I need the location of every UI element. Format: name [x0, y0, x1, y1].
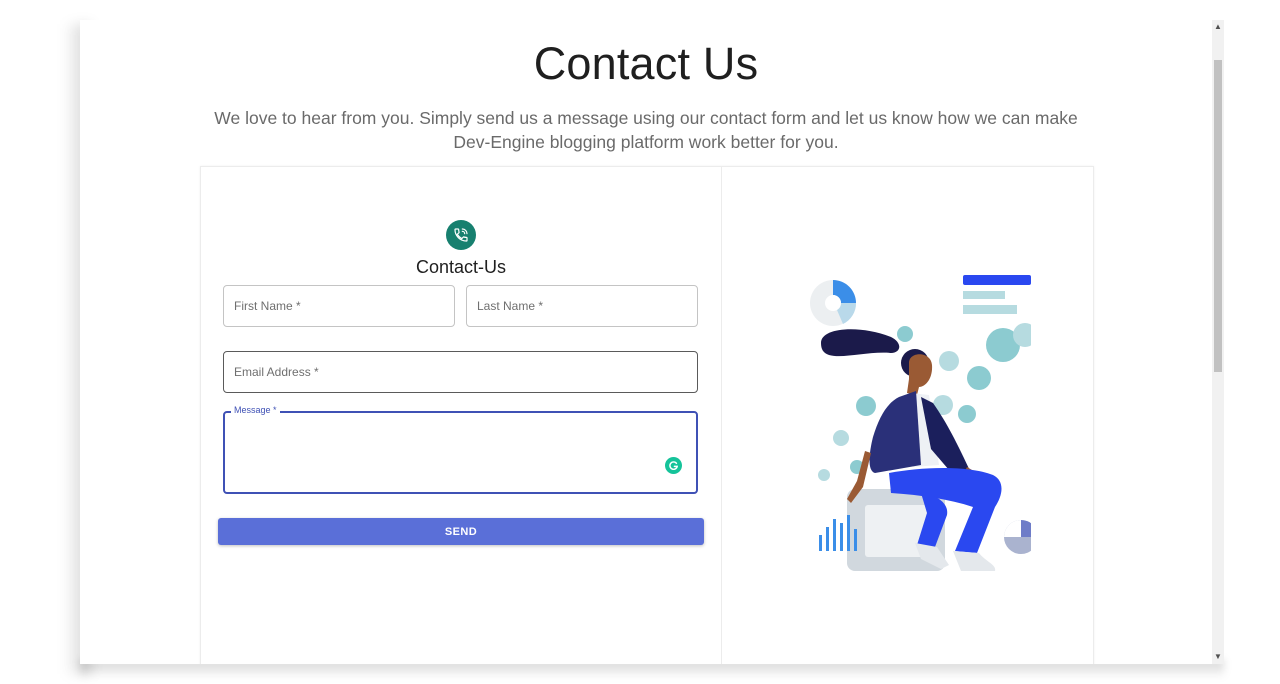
first-name-field[interactable]: First Name * [223, 285, 455, 327]
email-field[interactable]: Email Address * [223, 351, 698, 393]
grammarly-icon[interactable] [665, 457, 682, 474]
phone-call-icon [446, 220, 476, 250]
send-button[interactable]: SEND [218, 518, 704, 545]
page-title: Contact Us [533, 38, 759, 89]
donut-chart-graphic [810, 280, 857, 326]
message-field[interactable]: Message * [223, 405, 698, 494]
vertical-scrollbar[interactable]: ▲ ▼ [1212, 20, 1224, 664]
scrollbar-thumb[interactable] [1214, 60, 1222, 372]
card-divider [721, 167, 722, 664]
contact-illustration [810, 275, 1031, 571]
scroll-up-arrow-icon[interactable]: ▲ [1212, 20, 1224, 34]
form-heading: Contact-Us [415, 257, 507, 277]
email-placeholder: Email Address * [234, 365, 319, 379]
first-name-placeholder: First Name * [234, 299, 301, 313]
scroll-down-arrow-icon[interactable]: ▼ [1212, 650, 1224, 664]
contact-card: Contact-Us First Name * Last Name * Emai… [200, 166, 1094, 664]
page-subtitle: We love to hear from you. Simply send us… [214, 108, 1078, 152]
last-name-placeholder: Last Name * [477, 299, 544, 313]
message-label: Message * [231, 405, 280, 415]
last-name-field[interactable]: Last Name * [466, 285, 698, 327]
browser-viewport: Contact Us We love to hear from you. Sim… [80, 20, 1224, 664]
